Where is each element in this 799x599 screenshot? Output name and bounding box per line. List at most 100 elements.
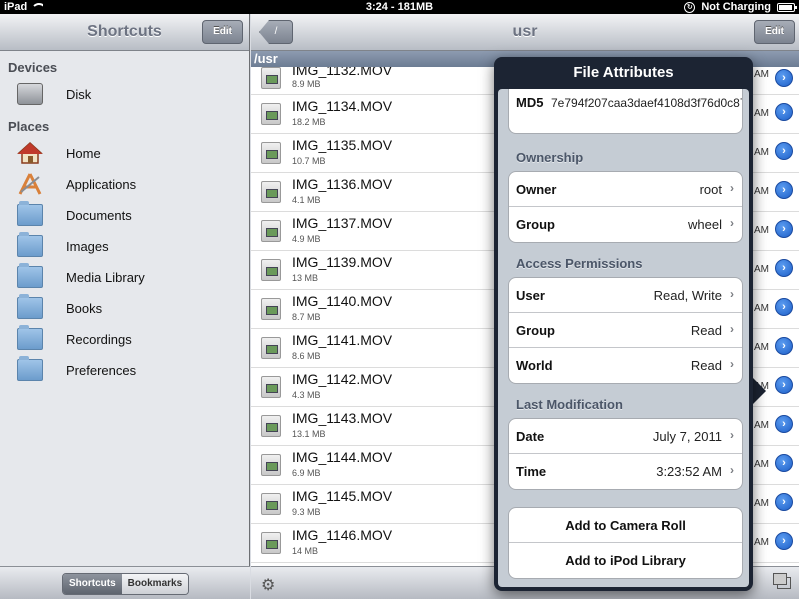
file-name: IMG_1139.MOV xyxy=(292,254,393,270)
user-value: Read, Write xyxy=(653,288,722,303)
shortcut-books[interactable]: Books xyxy=(0,293,249,324)
movie-file-icon xyxy=(261,220,281,242)
chevron-right-icon: › xyxy=(730,357,734,371)
user-permission-row[interactable]: User Read, Write › xyxy=(509,278,742,313)
file-time-suffix: AM xyxy=(754,186,769,197)
status-time-memory: 3:24 - 181MB xyxy=(365,1,434,13)
shortcut-images[interactable]: Images xyxy=(0,231,249,262)
detail-disclosure-icon[interactable]: › xyxy=(775,142,793,160)
file-time-suffix: AM xyxy=(754,147,769,158)
file-size: 14 MB xyxy=(292,546,319,556)
file-size: 6.9 MB xyxy=(292,468,321,478)
detail-disclosure-icon[interactable]: › xyxy=(775,69,793,87)
file-size: 13.1 MB xyxy=(292,429,326,439)
file-time-suffix: AM xyxy=(754,264,769,275)
shortcut-disk[interactable]: Disk xyxy=(0,79,249,110)
gear-icon[interactable]: ⚙ xyxy=(261,575,275,595)
time-value: 3:23:52 AM xyxy=(656,464,722,479)
permissions-group: User Read, Write › Group Read › World Re… xyxy=(508,277,743,384)
detail-disclosure-icon[interactable]: › xyxy=(775,532,793,550)
detail-disclosure-icon[interactable]: › xyxy=(775,259,793,277)
detail-disclosure-icon[interactable]: › xyxy=(775,415,793,433)
file-time-suffix: AM xyxy=(754,303,769,314)
shortcuts-toolbar: Shortcuts Bookmarks xyxy=(0,566,250,599)
file-time-suffix: AM xyxy=(754,225,769,236)
shortcut-documents[interactable]: Documents xyxy=(0,200,249,231)
file-time-suffix: AM xyxy=(754,537,769,548)
browser-edit-button[interactable]: Edit xyxy=(754,20,795,44)
shortcut-label: Recordings xyxy=(66,332,132,347)
segment-bookmarks[interactable]: Bookmarks xyxy=(121,574,189,594)
detail-disclosure-icon[interactable]: › xyxy=(775,298,793,316)
shortcut-label: Documents xyxy=(66,208,132,223)
movie-file-icon xyxy=(261,493,281,515)
file-size: 4.1 MB xyxy=(292,195,321,205)
places-section-label: Places xyxy=(8,119,50,134)
detail-disclosure-icon[interactable]: › xyxy=(775,220,793,238)
segment-shortcuts[interactable]: Shortcuts xyxy=(63,574,122,594)
detail-disclosure-icon[interactable]: › xyxy=(775,454,793,472)
folder-icon xyxy=(17,201,43,226)
time-row[interactable]: Time 3:23:52 AM › xyxy=(509,454,742,489)
file-name: IMG_1134.MOV xyxy=(292,98,393,114)
date-label: Date xyxy=(516,429,545,444)
shortcut-preferences[interactable]: Preferences xyxy=(0,355,249,386)
detail-disclosure-icon[interactable]: › xyxy=(775,376,793,394)
owner-value: root xyxy=(699,182,722,197)
permissions-heading: Access Permissions xyxy=(516,256,643,271)
shortcut-media-library[interactable]: Media Library xyxy=(0,262,249,293)
chevron-right-icon: › xyxy=(730,287,734,301)
movie-file-icon xyxy=(261,142,281,164)
world-permission-row[interactable]: World Read › xyxy=(509,348,742,383)
windows-icon[interactable] xyxy=(773,573,791,589)
date-row[interactable]: Date July 7, 2011 › xyxy=(509,419,742,454)
add-to-camera-roll-button[interactable]: Add to Camera Roll xyxy=(509,508,742,543)
chevron-right-icon: › xyxy=(730,463,734,477)
file-name: IMG_1143.MOV xyxy=(292,410,393,426)
devices-section-label: Devices xyxy=(8,60,58,75)
browser-navbar: / usr Edit xyxy=(251,14,799,51)
folder-icon xyxy=(17,232,43,257)
user-label: User xyxy=(516,288,545,303)
file-size: 9.3 MB xyxy=(292,507,321,517)
file-name: IMG_1136.MOV xyxy=(292,176,393,192)
ownership-heading: Ownership xyxy=(516,150,584,165)
shortcut-label: Preferences xyxy=(66,363,137,378)
shortcut-home[interactable]: Home xyxy=(0,138,249,169)
md5-label: MD5 xyxy=(516,95,544,110)
world-value: Read xyxy=(690,358,722,373)
shortcuts-edit-button[interactable]: Edit xyxy=(202,20,243,44)
detail-disclosure-icon[interactable]: › xyxy=(775,181,793,199)
shortcut-recordings[interactable]: Recordings xyxy=(0,324,249,355)
shortcut-label: Applications xyxy=(66,177,137,192)
popover-body: MD5 7e794f207caa3daef4108d3f76d0c87c Own… xyxy=(498,89,749,587)
group-row[interactable]: Group wheel › xyxy=(509,207,742,242)
add-to-ipod-library-button[interactable]: Add to iPod Library xyxy=(509,543,742,578)
md5-value: 7e794f207caa3daef4108d3f76d0c87c xyxy=(551,96,743,110)
shortcut-applications[interactable]: Applications xyxy=(0,169,249,200)
file-time-suffix: AM xyxy=(754,498,769,509)
file-name: IMG_1137.MOV xyxy=(292,215,393,231)
home-icon xyxy=(17,141,43,164)
owner-row[interactable]: Owner root › xyxy=(509,172,742,207)
folder-icon xyxy=(17,294,43,319)
disk-icon xyxy=(17,83,43,105)
movie-file-icon xyxy=(261,337,281,359)
file-name: IMG_1135.MOV xyxy=(292,137,393,153)
shortcut-label: Images xyxy=(66,239,109,254)
file-time-suffix: AM xyxy=(754,108,769,119)
movie-file-icon xyxy=(261,103,281,125)
ownership-group: Owner root › Group wheel › xyxy=(508,171,743,243)
detail-disclosure-icon[interactable]: › xyxy=(775,103,793,121)
date-value: July 7, 2011 xyxy=(652,429,722,444)
world-label: World xyxy=(516,358,553,373)
shortcuts-pane: Shortcuts Edit Devices Disk Places Home … xyxy=(0,14,250,599)
popover-title: File Attributes xyxy=(573,64,674,81)
detail-disclosure-icon[interactable]: › xyxy=(775,337,793,355)
detail-disclosure-icon[interactable]: › xyxy=(775,493,793,511)
movie-file-icon xyxy=(261,259,281,281)
movie-file-icon xyxy=(261,532,281,554)
file-time-suffix: AM xyxy=(754,420,769,431)
group-permission-row[interactable]: Group Read › xyxy=(509,313,742,348)
md5-group: MD5 7e794f207caa3daef4108d3f76d0c87c xyxy=(508,89,743,134)
